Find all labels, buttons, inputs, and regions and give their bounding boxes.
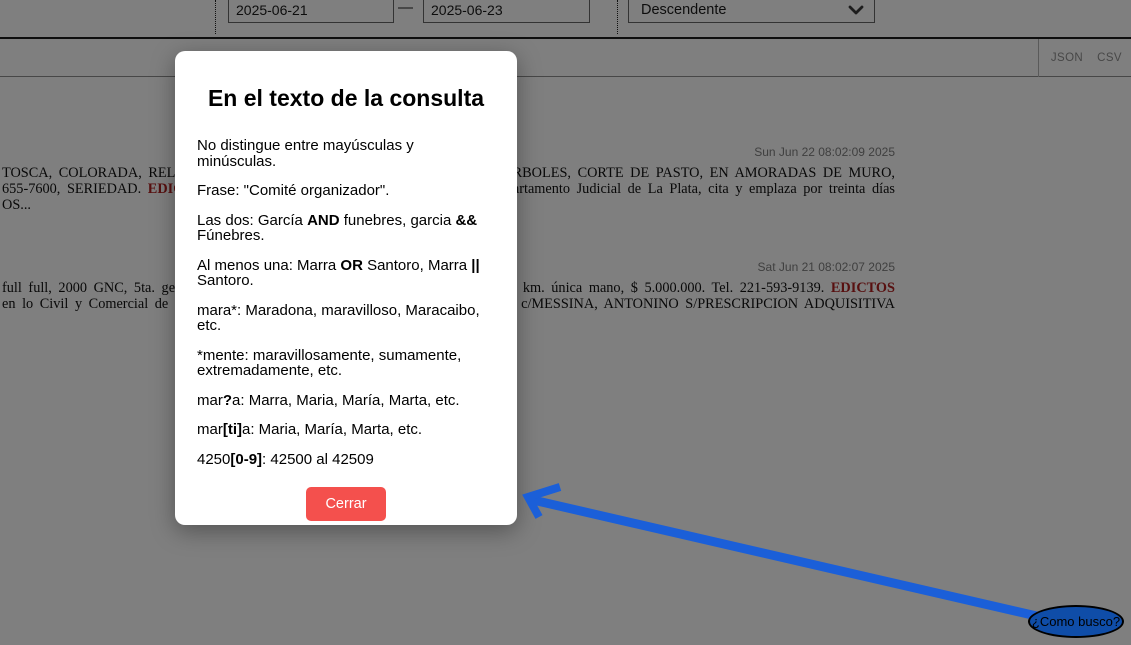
modal-paragraph: 4250[0-9]: 42500 al 42509 <box>197 452 495 468</box>
help-button-label: ¿Como busco? <box>1032 614 1120 629</box>
modal-paragraph: *mente: maravillosamente, sumamente, ext… <box>197 348 495 379</box>
modal-paragraph: mar?a: Marra, Maria, María, Marta, etc. <box>197 393 495 409</box>
modal-paragraph: No distingue entre mayúsculas y minúscul… <box>197 138 495 169</box>
close-button[interactable]: Cerrar <box>306 487 385 521</box>
search-help-modal: En el texto de la consulta No distingue … <box>175 51 517 525</box>
modal-title: En el texto de la consulta <box>197 85 495 112</box>
modal-paragraph: Frase: "Comité organizador". <box>197 183 495 199</box>
modal-backdrop <box>0 0 1131 645</box>
modal-paragraph: Al menos una: Marra OR Santoro, Marra ||… <box>197 258 495 289</box>
modal-paragraph: mara*: Maradona, maravilloso, Maracaibo,… <box>197 303 495 334</box>
modal-paragraph: Las dos: García AND funebres, garcia && … <box>197 213 495 244</box>
help-button[interactable]: ¿Como busco? <box>1028 605 1124 638</box>
modal-paragraph: mar[ti]a: Maria, María, Marta, etc. <box>197 422 495 438</box>
